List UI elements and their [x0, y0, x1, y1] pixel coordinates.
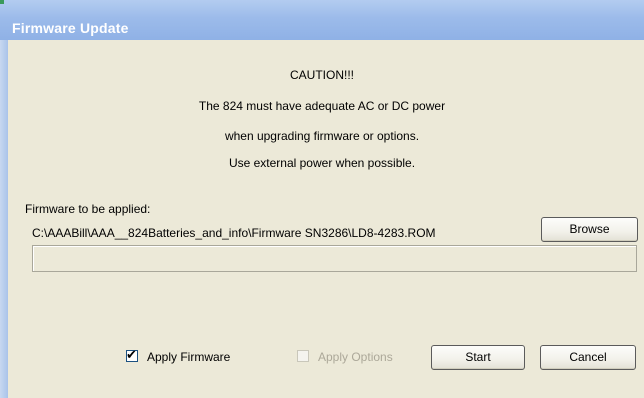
window-left-border — [0, 40, 8, 398]
caution-line-3: Use external power when possible. — [228, 156, 416, 170]
apply-firmware-label[interactable]: Apply Firmware — [147, 350, 230, 364]
window-title: Firmware Update — [12, 20, 129, 36]
start-button[interactable]: Start — [431, 345, 525, 370]
apply-firmware-checkbox[interactable]: ✔ — [126, 347, 138, 362]
caution-heading: CAUTION!!! — [289, 68, 354, 82]
check-mark-icon: ✔ — [126, 347, 137, 362]
firmware-label: Firmware to be applied: — [25, 202, 151, 216]
firmware-path: C:\AAABill\AAA__824Batteries_and_info\Fi… — [32, 226, 436, 240]
progress-bar — [32, 245, 637, 272]
caution-line-2: when upgrading firmware or options. — [224, 129, 420, 143]
caution-line-1: The 824 must have adequate AC or DC powe… — [198, 99, 446, 113]
apply-options-checkbox[interactable] — [297, 350, 309, 362]
cancel-button[interactable]: Cancel — [540, 345, 636, 370]
window-corner-marker — [0, 0, 4, 4]
apply-options-label[interactable]: Apply Options — [318, 350, 393, 364]
browse-button[interactable]: Browse — [541, 217, 638, 242]
title-bar[interactable]: Firmware Update — [0, 0, 644, 40]
